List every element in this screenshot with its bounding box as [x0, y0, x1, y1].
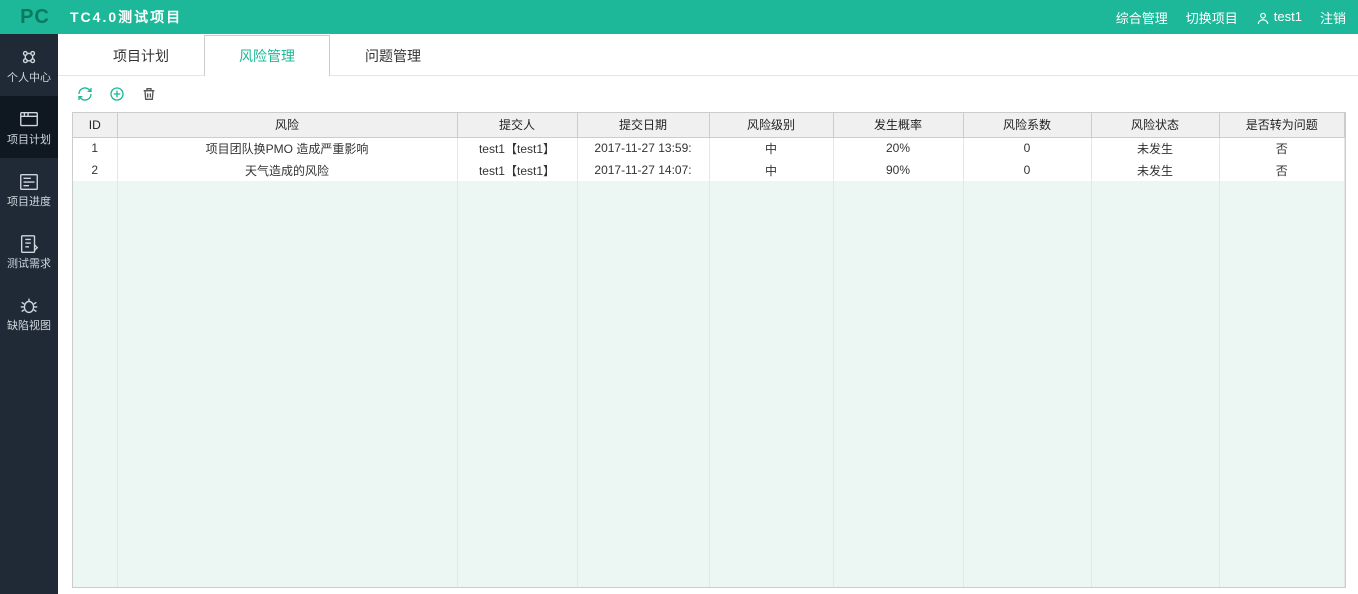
- cell-probability: 90%: [833, 159, 963, 181]
- cell-submitter: test1【test1】: [457, 159, 577, 181]
- add-button[interactable]: [108, 85, 126, 103]
- sidebar-item-label: 项目进度: [7, 197, 51, 208]
- switch-project-link[interactable]: 切换项目: [1186, 8, 1238, 27]
- refresh-button[interactable]: [76, 85, 94, 103]
- table-row[interactable]: 2天气造成的风险test1【test1】2017-11-27 14:07:中90…: [73, 159, 1345, 181]
- profile-icon: [18, 47, 40, 69]
- cell-coefficient: 0: [963, 137, 1091, 159]
- col-header-risk[interactable]: 风险: [117, 113, 457, 137]
- empty-row: [73, 291, 1345, 313]
- main-content: 项目计划 风险管理 问题管理 ID 风险 提交人 提交日期: [58, 34, 1358, 594]
- sidebar-item-label: 测试需求: [7, 259, 51, 270]
- sidebar-item-test-requirements[interactable]: 测试需求: [0, 220, 58, 282]
- table-header-row: ID 风险 提交人 提交日期 风险级别 发生概率 风险系数 风险状态 是否转为问…: [73, 113, 1345, 137]
- sidebar-item-defect-view[interactable]: 缺陷视图: [0, 282, 58, 344]
- header-bar: PC TC4.0测试项目 综合管理 切换项目 test1 注销: [0, 0, 1358, 34]
- empty-row: [73, 533, 1345, 555]
- cell-convert: 否: [1219, 137, 1345, 159]
- empty-row: [73, 269, 1345, 291]
- cell-submit_date: 2017-11-27 14:07:: [577, 159, 709, 181]
- sidebar-item-profile[interactable]: 个人中心: [0, 34, 58, 96]
- cell-coefficient: 0: [963, 159, 1091, 181]
- empty-row: [73, 445, 1345, 467]
- cell-level: 中: [709, 137, 833, 159]
- project-plan-icon: [18, 109, 40, 131]
- tab-project-plan[interactable]: 项目计划: [78, 35, 204, 76]
- empty-row: [73, 423, 1345, 445]
- user-icon: [1256, 11, 1270, 25]
- empty-row: [73, 577, 1345, 588]
- toolbar: [58, 76, 1358, 112]
- sidebar-item-label: 缺陷视图: [7, 321, 51, 332]
- empty-row: [73, 511, 1345, 533]
- sidebar-item-label: 项目计划: [7, 135, 51, 146]
- cell-submit_date: 2017-11-27 13:59:: [577, 137, 709, 159]
- cell-convert: 否: [1219, 159, 1345, 181]
- empty-row: [73, 357, 1345, 379]
- requirements-icon: [18, 233, 40, 255]
- risk-table: ID 风险 提交人 提交日期 风险级别 发生概率 风险系数 风险状态 是否转为问…: [73, 113, 1345, 588]
- col-header-status[interactable]: 风险状态: [1091, 113, 1219, 137]
- logout-link[interactable]: 注销: [1320, 8, 1346, 27]
- cell-probability: 20%: [833, 137, 963, 159]
- cell-status: 未发生: [1091, 137, 1219, 159]
- cell-status: 未发生: [1091, 159, 1219, 181]
- sidebar: 个人中心 项目计划 项目进度 测试需求 缺陷视图: [0, 34, 58, 594]
- user-link[interactable]: test1: [1256, 9, 1302, 25]
- col-header-probability[interactable]: 发生概率: [833, 113, 963, 137]
- delete-button[interactable]: [140, 85, 158, 103]
- project-title: TC4.0测试项目: [70, 7, 182, 27]
- tabs: 项目计划 风险管理 问题管理: [58, 34, 1358, 76]
- defect-icon: [18, 295, 40, 317]
- empty-row: [73, 467, 1345, 489]
- sidebar-item-project-plan[interactable]: 项目计划: [0, 96, 58, 158]
- col-header-id[interactable]: ID: [73, 113, 117, 137]
- col-header-coefficient[interactable]: 风险系数: [963, 113, 1091, 137]
- cell-level: 中: [709, 159, 833, 181]
- tab-risk-management[interactable]: 风险管理: [204, 35, 330, 76]
- col-header-convert[interactable]: 是否转为问题: [1219, 113, 1345, 137]
- empty-row: [73, 247, 1345, 269]
- empty-row: [73, 489, 1345, 511]
- tab-issue-management[interactable]: 问题管理: [330, 35, 456, 76]
- cell-id: 2: [73, 159, 117, 181]
- cell-id: 1: [73, 137, 117, 159]
- empty-row: [73, 203, 1345, 225]
- cell-submitter: test1【test1】: [457, 137, 577, 159]
- app-logo: PC: [12, 6, 58, 29]
- progress-icon: [18, 171, 40, 193]
- empty-row: [73, 225, 1345, 247]
- risk-table-container: ID 风险 提交人 提交日期 风险级别 发生概率 风险系数 风险状态 是否转为问…: [72, 112, 1346, 588]
- empty-row: [73, 379, 1345, 401]
- sidebar-item-project-progress[interactable]: 项目进度: [0, 158, 58, 220]
- col-header-date[interactable]: 提交日期: [577, 113, 709, 137]
- empty-row: [73, 555, 1345, 577]
- empty-row: [73, 313, 1345, 335]
- sidebar-item-label: 个人中心: [7, 73, 51, 84]
- col-header-level[interactable]: 风险级别: [709, 113, 833, 137]
- manage-link[interactable]: 综合管理: [1116, 8, 1168, 27]
- empty-row: [73, 181, 1345, 203]
- username-label: test1: [1274, 9, 1302, 24]
- empty-row: [73, 401, 1345, 423]
- col-header-submitter[interactable]: 提交人: [457, 113, 577, 137]
- cell-risk: 天气造成的风险: [117, 159, 457, 181]
- table-row[interactable]: 1项目团队换PMO 造成严重影响test1【test1】2017-11-27 1…: [73, 137, 1345, 159]
- cell-risk: 项目团队换PMO 造成严重影响: [117, 137, 457, 159]
- empty-row: [73, 335, 1345, 357]
